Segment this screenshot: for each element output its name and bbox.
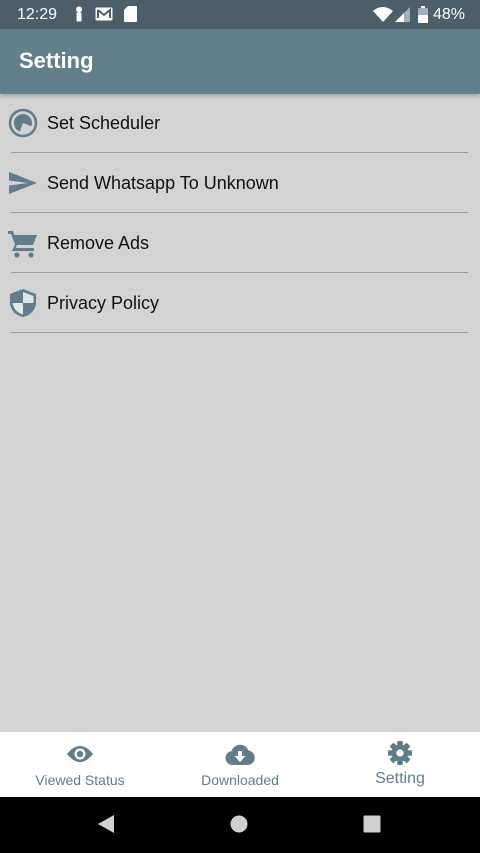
nav-item-viewed-status[interactable]: Viewed Status [0,732,160,797]
settings-item-set-scheduler[interactable]: Set Scheduler [0,94,480,154]
settings-item-label: Privacy Policy [47,293,160,313]
gear-icon [387,740,413,771]
status-bar: 12:29 48% [0,0,480,29]
settings-item-remove-ads[interactable]: Remove Ads [0,214,480,274]
battery-percent: 48% [433,6,466,23]
nav-item-downloaded[interactable]: Downloaded [160,732,320,797]
shield-icon [8,288,38,318]
back-icon[interactable] [97,814,115,839]
divider [11,152,468,153]
send-icon [8,168,38,198]
clock-icon [8,108,38,138]
nav-label: Downloaded [201,772,279,788]
cloud-download-icon [225,744,255,770]
settings-item-label: Set Scheduler [47,113,161,133]
divider [11,212,468,213]
nav-label: Viewed Status [35,772,125,788]
settings-item-label: Remove Ads [47,233,150,253]
wifi-icon [373,7,393,27]
person-icon [73,6,85,27]
system-nav-bar [0,797,480,853]
sd-card-icon [124,6,137,27]
nav-label: Setting [375,770,425,787]
page-title: Setting [19,48,94,73]
mail-icon [95,7,113,26]
settings-item-privacy-policy[interactable]: Privacy Policy [0,274,480,334]
divider [11,272,468,273]
eye-icon [66,744,94,769]
settings-list: Set Scheduler Send Whatsapp To Unknown R… [0,94,480,334]
cart-icon [8,228,38,258]
signal-icon [395,7,410,27]
bottom-nav: Viewed Status Downloaded Setting [0,732,480,797]
divider [11,332,468,333]
nav-item-setting[interactable]: Setting [320,732,480,797]
app-bar: Setting [0,29,480,94]
settings-item-label: Send Whatsapp To Unknown [47,173,279,193]
settings-item-send-whatsapp[interactable]: Send Whatsapp To Unknown [0,154,480,214]
status-time: 12:29 [17,6,58,23]
home-icon[interactable] [230,815,248,838]
battery-icon [418,6,428,28]
recents-icon[interactable] [363,815,381,838]
